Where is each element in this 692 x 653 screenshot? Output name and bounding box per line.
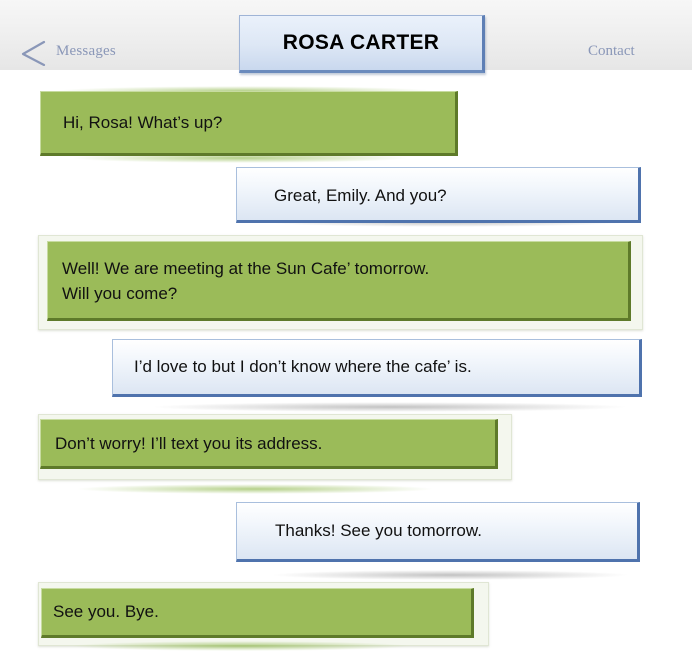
message-bubble-received: I’d love to but I don’t know where the c…: [112, 339, 642, 397]
bubble-glow: [270, 570, 630, 580]
message-text: I’d love to but I don’t know where the c…: [134, 357, 472, 376]
message-bubble-sent: Hi, Rosa! What’s up?: [40, 91, 458, 156]
message-bubble-received: Great, Emily. And you?: [236, 167, 641, 223]
message-text: Well! We are meeting at the Sun Cafe’ to…: [62, 259, 430, 303]
bubble-glow: [150, 402, 630, 412]
message-text: Thanks! See you tomorrow.: [275, 521, 482, 540]
message-bubble-sent: Well! We are meeting at the Sun Cafe’ to…: [47, 241, 631, 321]
back-button[interactable]: Messages: [56, 43, 116, 60]
message-bubble-sent: See you. Bye.: [41, 588, 474, 638]
bubble-glow: [75, 484, 435, 494]
message-bubble-sent: Don’t worry! I’ll text you its address.: [40, 419, 498, 469]
page-title: ROSA CARTER: [282, 31, 440, 54]
message-bubble-received: Thanks! See you tomorrow.: [236, 502, 640, 562]
message-text: Hi, Rosa! What’s up?: [63, 113, 223, 132]
message-text: See you. Bye.: [53, 602, 159, 621]
message-text: Great, Emily. And you?: [274, 186, 447, 205]
chevron-left-icon[interactable]: [18, 40, 48, 66]
contact-button[interactable]: Contact: [588, 43, 635, 60]
chat-screen: Messages ROSA CARTER Contact Hi, Rosa! W…: [0, 0, 692, 653]
contact-name-banner: ROSA CARTER: [239, 15, 485, 73]
message-text: Don’t worry! I’ll text you its address.: [55, 434, 323, 453]
